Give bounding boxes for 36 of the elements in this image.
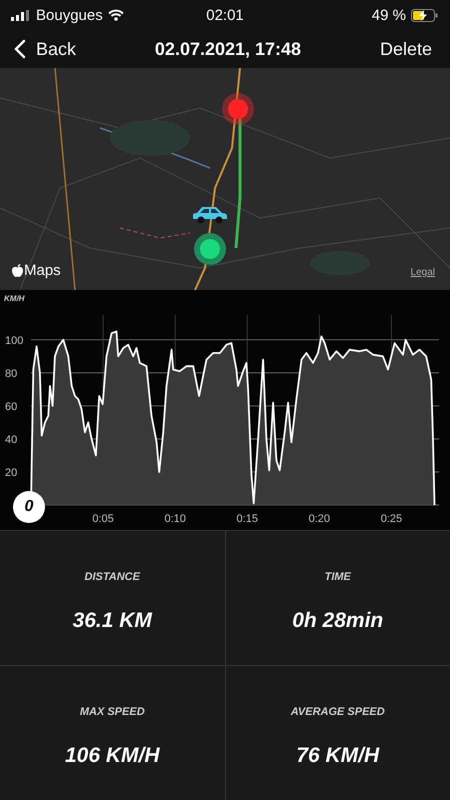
x-axis-label: 0:25 xyxy=(380,513,402,525)
x-axis-label: 0:05 xyxy=(92,513,114,525)
y-axis-label: 40 xyxy=(5,434,18,446)
unit-label: KM/H xyxy=(4,294,24,303)
stat-value: 106 KM/H xyxy=(64,744,160,768)
signal-icon xyxy=(11,10,31,20)
x-axis-label: 0:10 xyxy=(164,513,186,525)
legal-link[interactable]: Legal xyxy=(410,267,435,278)
y-axis-label: 80 xyxy=(5,368,18,380)
clock-time: 02:01 xyxy=(206,6,244,24)
y-axis-label: 60 xyxy=(5,400,18,413)
stat-label: DISTANCE xyxy=(84,571,140,583)
start-marker-icon xyxy=(193,232,227,266)
x-axis-label: 0:15 xyxy=(236,513,258,525)
origin-value: 0 xyxy=(24,498,34,516)
car-icon xyxy=(191,205,229,225)
y-axis-label: 100 xyxy=(5,334,24,347)
carrier-name: Bouygues xyxy=(36,6,103,24)
chevron-left-icon xyxy=(14,39,26,59)
stat-value: 36.1 KM xyxy=(72,609,152,633)
delete-button[interactable]: Delete xyxy=(380,38,432,60)
apple-logo-icon xyxy=(12,264,23,277)
stat-label: AVERAGE SPEED xyxy=(290,706,385,718)
maps-logo-text: Maps xyxy=(24,262,61,279)
stat-label: TIME xyxy=(324,571,351,583)
y-axis-label: 20 xyxy=(5,466,18,479)
end-marker-icon xyxy=(221,92,255,126)
x-axis-label: 0:20 xyxy=(308,513,330,525)
stat-value: 0h 28min xyxy=(292,609,384,633)
stat-label: MAX SPEED xyxy=(80,706,145,718)
stat-value: 76 KM/H xyxy=(296,744,380,768)
trip-date-title: 02.07.2021, 17:48 xyxy=(154,38,302,60)
battery-charging-icon xyxy=(411,8,438,22)
back-button[interactable]: Back xyxy=(14,38,76,60)
battery-percent: 49 % xyxy=(372,6,406,24)
wifi-icon xyxy=(108,9,124,21)
